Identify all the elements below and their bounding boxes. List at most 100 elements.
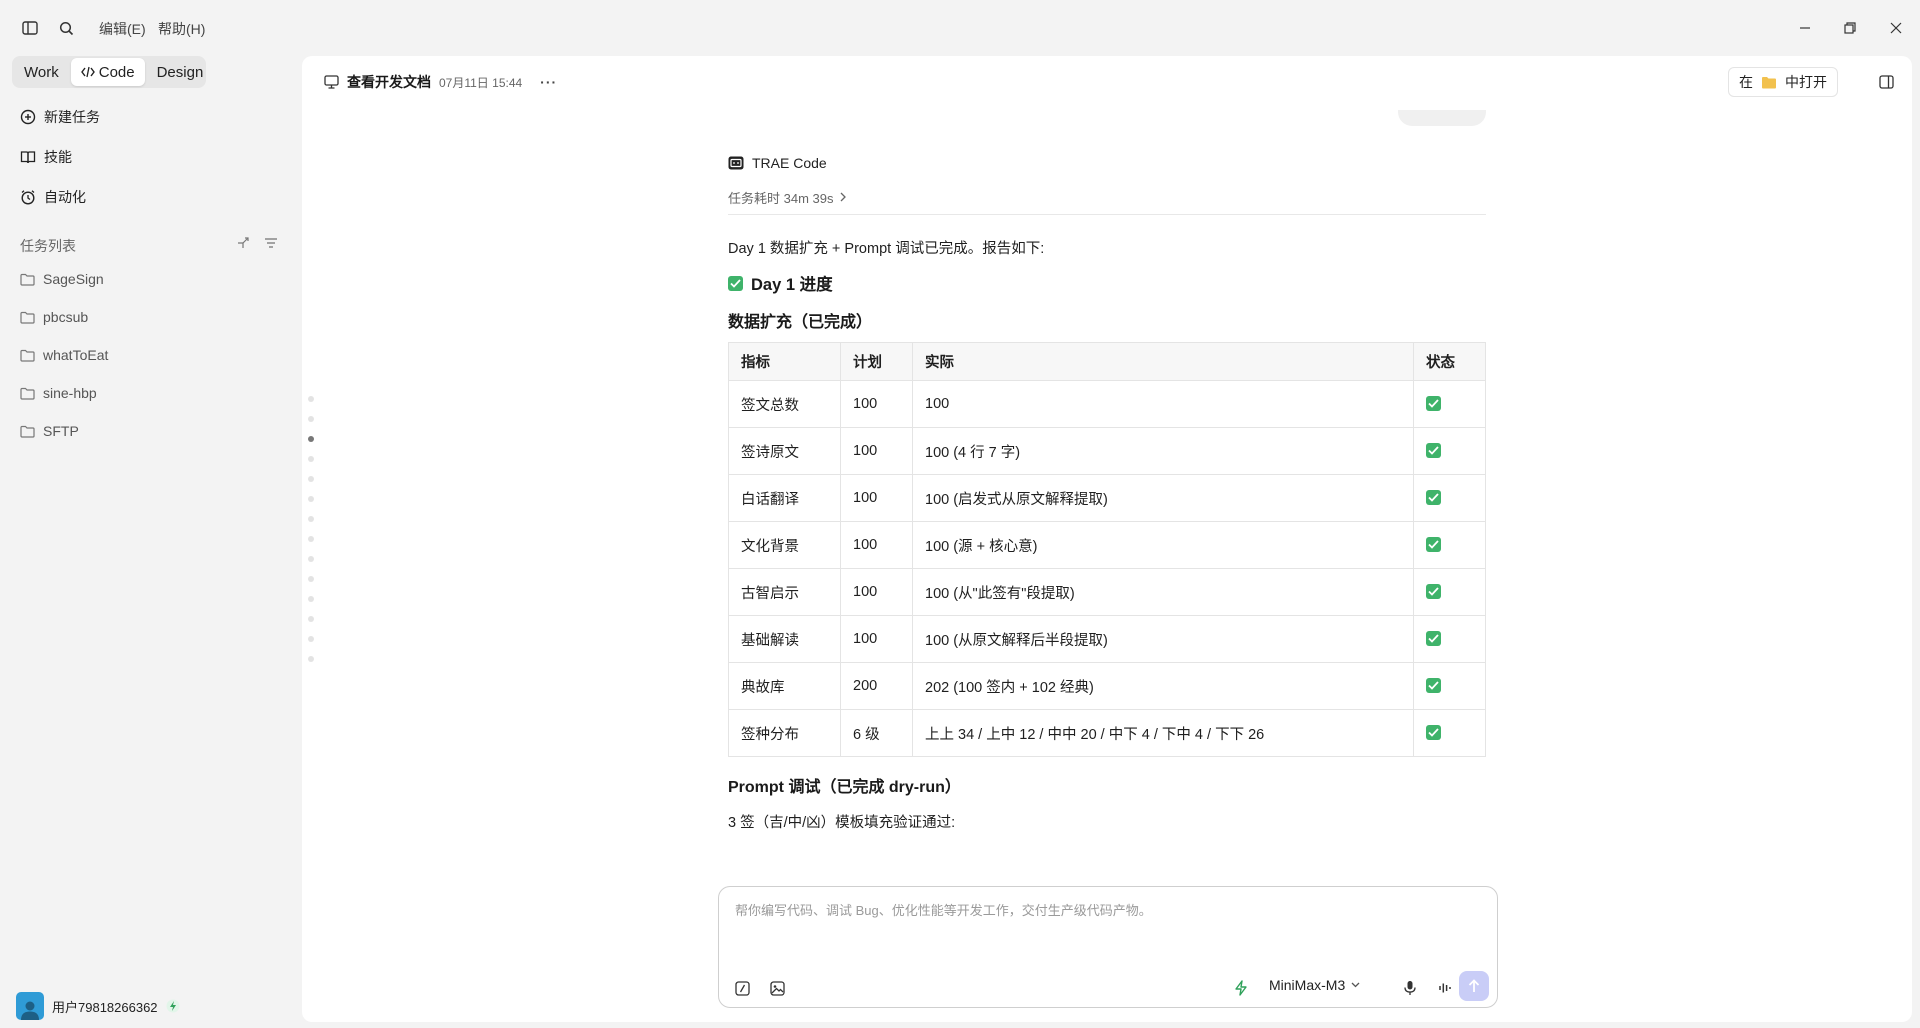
nav-label: 自动化 [44, 189, 86, 205]
table-row: 文化背景 100 100 (源 + 核心意) [728, 521, 1486, 569]
project-label: pbcsub [43, 309, 89, 325]
check-icon [1426, 537, 1441, 552]
nav-dot-current[interactable] [308, 436, 314, 442]
table-cell: 签种分布 [728, 709, 841, 757]
prompt-text: 3 签（吉/中/凶）模板填充验证通过: [728, 815, 956, 831]
project-label: SageSign [43, 271, 104, 287]
duration-text: 任务耗时 34m 39s [728, 190, 834, 206]
lightning-mode-icon[interactable] [1230, 977, 1252, 999]
voice-wave-icon[interactable] [1434, 977, 1456, 999]
project-label: whatToEat [43, 347, 109, 363]
check-icon [1426, 725, 1441, 740]
image-attach-icon[interactable] [766, 977, 788, 999]
table-cell: 100 [912, 380, 1414, 428]
lightning-badge-icon [166, 999, 180, 1013]
task-title: 查看开发文档 [347, 74, 431, 90]
filter-icon[interactable] [264, 236, 278, 250]
main-panel: 查看开发文档 07月11日 15:44 ··· 在 中打开 TRAE Code … [302, 56, 1912, 1022]
folder-icon [20, 387, 35, 400]
nav-automation[interactable]: 自动化 [20, 182, 280, 212]
chevron-right-icon [841, 192, 847, 202]
right-panel-toggle-icon[interactable] [1876, 72, 1896, 92]
search-icon[interactable] [56, 18, 76, 38]
nav-dot[interactable] [308, 496, 314, 502]
progress-heading: Day 1 进度 [728, 271, 1486, 295]
agent-label: TRAE Code [728, 152, 1486, 174]
nav-new-task[interactable]: 新建任务 [20, 102, 280, 132]
minimize-icon[interactable] [1793, 16, 1817, 40]
project-item[interactable]: pbcsub [20, 303, 88, 331]
mode-tab-label: Work [24, 63, 59, 81]
data-section-heading: 数据扩充（已完成） [728, 314, 873, 331]
book-icon [20, 151, 36, 164]
collapse-icon[interactable] [236, 236, 250, 250]
mode-tab-label: Design [156, 63, 204, 81]
nav-dot[interactable] [308, 416, 314, 422]
project-item[interactable]: whatToEat [20, 341, 108, 369]
nav-dot[interactable] [308, 636, 314, 642]
task-timestamp: 07月11日 15:44 [439, 75, 523, 90]
restore-icon[interactable] [1838, 16, 1862, 40]
nav-skills[interactable]: 技能 [20, 142, 280, 172]
project-label: SFTP [43, 423, 79, 439]
table-cell: 100 [840, 474, 913, 522]
check-icon [1426, 584, 1441, 599]
title-bar: 编辑(E) 帮助(H) [0, 0, 1920, 56]
mode-tab-code[interactable]: Code [70, 58, 145, 86]
table-cell: 100 [840, 615, 913, 663]
nav-dot[interactable] [308, 396, 314, 402]
check-icon [1426, 678, 1441, 693]
table-cell: 100 [840, 427, 913, 475]
message-input[interactable] [735, 903, 1475, 918]
table-cell: 白话翻译 [728, 474, 841, 522]
table-cell: 典故库 [728, 662, 841, 710]
user-name: 用户79818266362 [52, 999, 158, 1015]
column-header: 计划 [840, 342, 913, 381]
project-item[interactable]: SageSign [20, 265, 104, 293]
nav-dot[interactable] [308, 596, 314, 602]
project-item[interactable]: SFTP [20, 417, 79, 445]
table-row: 签文总数 100 100 [728, 380, 1486, 428]
table-row: 白话翻译 100 100 (启发式从原文解释提取) [728, 474, 1486, 522]
table-cell: 100 (4 行 7 字) [912, 427, 1414, 475]
table-cell: 签诗原文 [728, 427, 841, 475]
send-button[interactable] [1459, 971, 1489, 1001]
menu-edit[interactable]: 编辑(E) [99, 19, 146, 39]
nav-dot[interactable] [308, 576, 314, 582]
microphone-icon[interactable] [1399, 977, 1421, 999]
mode-tab-work[interactable]: Work [14, 58, 69, 86]
project-label: sine-hbp [43, 385, 97, 401]
table-cell: 100 (从"此签有"段提取) [912, 568, 1414, 616]
table-cell: 上上 34 / 上中 12 / 中中 20 / 中下 4 / 下中 4 / 下下… [912, 709, 1414, 757]
open-in-folder-button[interactable]: 在 中打开 [1728, 67, 1838, 97]
table-cell: 100 [840, 521, 913, 569]
slash-command-icon[interactable] [731, 977, 753, 999]
folder-icon [1762, 76, 1776, 88]
folder-icon [20, 273, 35, 286]
agent-message: TRAE Code 任务耗时 34m 39s Day 1 数据扩充 + Prom… [728, 152, 1486, 832]
close-icon[interactable] [1884, 16, 1908, 40]
nav-dot[interactable] [308, 656, 314, 662]
alarm-clock-icon [21, 190, 35, 205]
code-icon [80, 66, 95, 78]
nav-dot[interactable] [308, 616, 314, 622]
check-icon [1426, 443, 1441, 458]
message-navigator[interactable] [308, 396, 318, 676]
check-icon [1426, 490, 1441, 505]
mode-tab-design[interactable]: Design [147, 58, 214, 86]
task-duration[interactable]: 任务耗时 34m 39s [728, 188, 1486, 206]
more-options-icon[interactable]: ··· [540, 74, 557, 90]
project-item[interactable]: sine-hbp [20, 379, 97, 407]
model-name: MiniMax-M3 [1269, 977, 1346, 993]
table-cell: 100 (启发式从原文解释提取) [912, 474, 1414, 522]
nav-dot[interactable] [308, 516, 314, 522]
nav-dot[interactable] [308, 536, 314, 542]
nav-dot[interactable] [308, 476, 314, 482]
nav-dot[interactable] [308, 456, 314, 462]
user-profile[interactable]: 用户79818266362 [16, 992, 180, 1020]
nav-dot[interactable] [308, 556, 314, 562]
model-selector[interactable]: MiniMax-M3 [1269, 977, 1360, 993]
menu-help[interactable]: 帮助(H) [158, 19, 205, 39]
sidebar-toggle-icon[interactable] [20, 18, 40, 38]
table-cell: 100 [840, 568, 913, 616]
